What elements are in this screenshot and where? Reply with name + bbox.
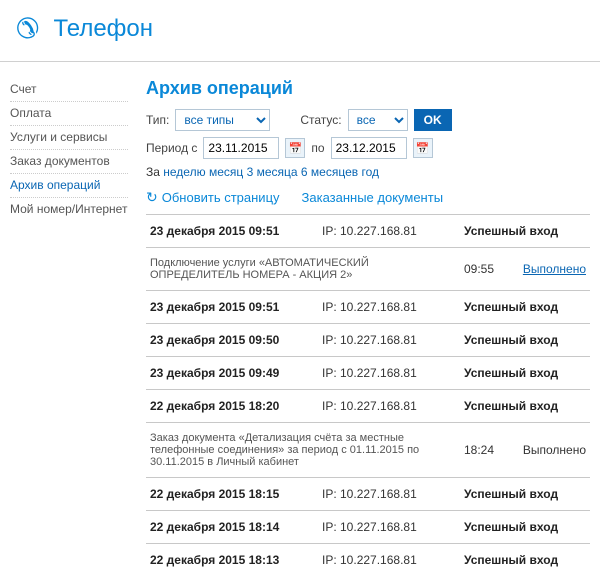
- operation-row: Заказ документа «Детализация счёта за ме…: [146, 422, 590, 477]
- operation-description: Заказ документа «Детализация счёта за ме…: [150, 432, 452, 468]
- calendar-icon-from[interactable]: 📅: [285, 138, 305, 158]
- operation-row: 22 декабря 2015 18:15IP: 10.227.168.81Ус…: [146, 477, 590, 510]
- operation-ip: IP: 10.227.168.81: [322, 300, 462, 314]
- operation-date: 22 декабря 2015 18:15: [150, 487, 320, 501]
- operation-ip: IP: 10.227.168.81: [322, 487, 462, 501]
- operation-row: 23 декабря 2015 09:50IP: 10.227.168.81Ус…: [146, 323, 590, 356]
- operation-date: 22 декабря 2015 18:20: [150, 399, 320, 413]
- period-link[interactable]: 6 месяцев: [301, 165, 358, 179]
- operation-status: Успешный вход: [464, 366, 586, 380]
- status-select[interactable]: все: [348, 109, 408, 131]
- refresh-icon: ↻: [146, 189, 158, 206]
- sidebar-item[interactable]: Услуги и сервисы: [10, 126, 128, 150]
- action-links-row: ↻ Обновить страницу Заказанные документы: [146, 189, 590, 206]
- operation-row: 23 декабря 2015 09:49IP: 10.227.168.81Ус…: [146, 356, 590, 389]
- period-quick-links: За неделю месяц 3 месяца 6 месяцев год: [146, 165, 590, 179]
- operation-date: 22 декабря 2015 18:14: [150, 520, 320, 534]
- period-link[interactable]: неделю: [163, 165, 205, 179]
- operation-status: Успешный вход: [464, 224, 586, 238]
- ordered-documents-link[interactable]: Заказанные документы: [302, 190, 444, 205]
- type-select[interactable]: все типы: [175, 109, 270, 131]
- content: СчетОплатаУслуги и сервисыЗаказ документ…: [0, 62, 600, 586]
- sidebar-item[interactable]: Мой номер/Интернет: [10, 198, 128, 221]
- period-link[interactable]: год: [361, 165, 379, 179]
- period-from-label: Период с: [146, 141, 197, 155]
- sidebar-item[interactable]: Счет: [10, 78, 128, 102]
- refresh-block: ↻ Обновить страницу: [146, 189, 280, 206]
- filter-row-period: Период с 📅 по 📅: [146, 137, 590, 159]
- operation-ip: IP: 10.227.168.81: [322, 399, 462, 413]
- operation-row: 22 декабря 2015 18:20IP: 10.227.168.81Ус…: [146, 389, 590, 422]
- operation-description: Подключение услуги «АВТОМАТИЧЕСКИЙ ОПРЕД…: [150, 257, 452, 281]
- operation-ip: IP: 10.227.168.81: [322, 366, 462, 380]
- operations-list: 23 декабря 2015 09:51IP: 10.227.168.81Ус…: [146, 214, 590, 576]
- operation-result-link[interactable]: Выполнено: [523, 262, 586, 276]
- operation-status: Успешный вход: [464, 399, 586, 413]
- sidebar-item[interactable]: Архив операций: [10, 174, 128, 198]
- operation-status: Успешный вход: [464, 300, 586, 314]
- operation-status: Успешный вход: [464, 520, 586, 534]
- operation-status: Успешный вход: [464, 487, 586, 501]
- operation-row: 22 декабря 2015 18:14IP: 10.227.168.81Ус…: [146, 510, 590, 543]
- operation-date: 22 декабря 2015 18:13: [150, 553, 320, 567]
- operations-heading: Архив операций: [146, 78, 590, 99]
- phone-icon: ✆: [13, 10, 42, 47]
- operation-ip: IP: 10.227.168.81: [322, 224, 462, 238]
- operation-row: 23 декабря 2015 09:51IP: 10.227.168.81Ус…: [146, 290, 590, 323]
- status-label: Статус:: [300, 113, 341, 127]
- main: Архив операций Тип: все типы Статус: все…: [128, 78, 590, 576]
- date-to-input[interactable]: [331, 137, 407, 159]
- period-link[interactable]: 3 месяца: [247, 165, 298, 179]
- operation-ip: IP: 10.227.168.81: [322, 520, 462, 534]
- operation-date: 23 декабря 2015 09:51: [150, 224, 320, 238]
- date-from-input[interactable]: [203, 137, 279, 159]
- operation-date: 23 декабря 2015 09:51: [150, 300, 320, 314]
- operation-result: Выполнено: [506, 257, 586, 281]
- operation-status: Успешный вход: [464, 553, 586, 567]
- sidebar: СчетОплатаУслуги и сервисыЗаказ документ…: [10, 78, 128, 576]
- filter-row-type-status: Тип: все типы Статус: все OK: [146, 109, 590, 131]
- sidebar-item[interactable]: Заказ документов: [10, 150, 128, 174]
- page-header: ✆ Телефон: [0, 0, 600, 62]
- operation-row: 23 декабря 2015 09:51IP: 10.227.168.81Ус…: [146, 214, 590, 247]
- operation-row: 22 декабря 2015 18:13IP: 10.227.168.81Ус…: [146, 543, 590, 576]
- operation-status: Успешный вход: [464, 333, 586, 347]
- operation-time: 09:55: [454, 257, 504, 281]
- page-title: Телефон: [53, 15, 153, 43]
- calendar-icon-to[interactable]: 📅: [413, 138, 433, 158]
- refresh-link[interactable]: Обновить страницу: [162, 190, 280, 205]
- ok-button[interactable]: OK: [414, 109, 452, 131]
- operation-date: 23 декабря 2015 09:49: [150, 366, 320, 380]
- operation-row: Подключение услуги «АВТОМАТИЧЕСКИЙ ОПРЕД…: [146, 247, 590, 290]
- type-label: Тип:: [146, 113, 169, 127]
- operation-time: 18:24: [454, 432, 504, 468]
- operation-date: 23 декабря 2015 09:50: [150, 333, 320, 347]
- sidebar-item[interactable]: Оплата: [10, 102, 128, 126]
- operation-result: Выполнено: [506, 432, 586, 468]
- period-to-label: по: [311, 141, 324, 155]
- operation-ip: IP: 10.227.168.81: [322, 553, 462, 567]
- period-link[interactable]: месяц: [209, 165, 243, 179]
- operation-ip: IP: 10.227.168.81: [322, 333, 462, 347]
